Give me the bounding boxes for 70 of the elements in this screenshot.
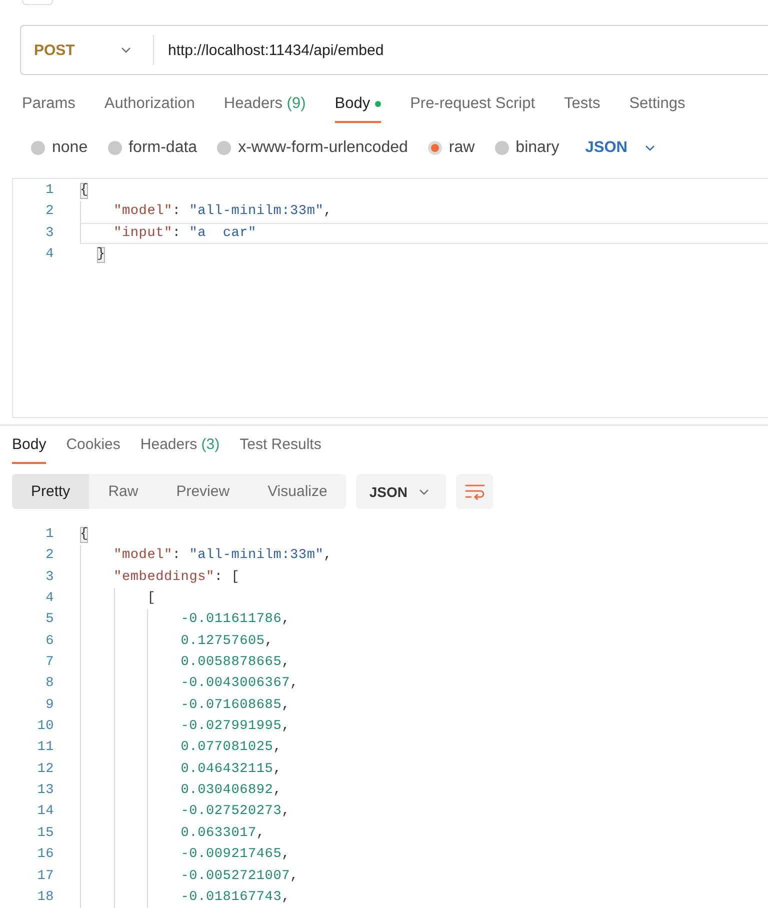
line-number: 4	[44, 590, 54, 608]
line-number: 12	[36, 760, 54, 779]
code-line: -0.071608685,	[80, 694, 290, 716]
tab[interactable]: Authorization	[104, 87, 195, 123]
line-number: 18	[36, 888, 54, 907]
view-mode-tab[interactable]: Preview	[157, 474, 249, 509]
code-line: -0.018167743,	[80, 886, 290, 908]
line-number: 9	[44, 696, 54, 715]
code-line: -0.0052721007,	[80, 866, 298, 887]
code-line: "input": "a car"	[80, 222, 768, 244]
line-number: 17	[36, 868, 54, 886]
caret-icon	[645, 145, 656, 151]
line-number: 14	[36, 803, 54, 822]
url-field[interactable]: http://localhost:11434/api/embed	[154, 26, 768, 74]
line-number: 8	[44, 675, 54, 694]
code-line: 0.0633017,	[80, 822, 265, 844]
code-line: 0.046432115,	[80, 758, 282, 780]
wrap-lines-button[interactable]	[456, 474, 494, 509]
line-number: 3	[44, 568, 54, 587]
radio-option[interactable]: form-data	[108, 139, 198, 157]
view-mode-tab[interactable]: Pretty	[12, 474, 90, 509]
view-mode-tab[interactable]: Visualize	[248, 474, 346, 509]
tab[interactable]: Body	[334, 87, 382, 123]
method-dropdown[interactable]: POST	[21, 26, 153, 74]
line-number: 1	[44, 526, 54, 544]
line-number: 10	[36, 718, 54, 736]
tab[interactable]: Body	[12, 429, 46, 464]
tab[interactable]: Cookies	[66, 429, 120, 464]
tab[interactable]: Headers (3)	[140, 429, 220, 464]
code-line: -0.011611786,	[80, 609, 290, 631]
line-number: 2	[44, 547, 54, 566]
view-mode-tab[interactable]: Raw	[89, 474, 158, 509]
tab[interactable]: Tests	[564, 87, 600, 123]
tab[interactable]: Settings	[629, 87, 686, 123]
caret-icon	[419, 488, 430, 494]
format-dropdown[interactable]: JSON	[356, 474, 446, 509]
code-line: 0.030406892,	[80, 780, 282, 802]
code-line: -0.027520273,	[80, 801, 290, 823]
line-number: 5	[44, 611, 54, 630]
line-number: 6	[44, 632, 54, 651]
line-number: 3	[44, 224, 54, 243]
language-dropdown[interactable]: JSON	[585, 139, 656, 157]
radio-option[interactable]: binary	[494, 139, 560, 157]
code-line: 0.077081025,	[80, 737, 282, 759]
line-number: 13	[36, 782, 54, 800]
line-number: 4	[44, 246, 54, 264]
radio-option[interactable]: none	[31, 139, 88, 157]
caret-icon	[121, 47, 131, 53]
code-line: "model": "all-minilm:33m",	[80, 201, 332, 223]
line-number: 16	[36, 846, 54, 864]
line-number: 7	[44, 654, 54, 672]
code-line: -0.009217465,	[80, 844, 290, 866]
tab[interactable]: Headers (9)	[224, 87, 306, 123]
radio-option[interactable]: raw	[428, 139, 475, 157]
tab[interactable]: Test Results	[240, 429, 322, 464]
tab[interactable]: Params	[22, 87, 76, 123]
line-number: 1	[44, 182, 54, 200]
line-number: 2	[44, 203, 54, 222]
code-line: -0.027991995,	[80, 716, 290, 738]
tab[interactable]: Pre-request Script	[410, 87, 536, 123]
code-line: -0.0043006367,	[80, 673, 298, 695]
code-line: "embeddings": [	[80, 566, 240, 588]
code-line: 0.12757605,	[80, 630, 274, 652]
code-line: "model": "all-minilm:33m",	[80, 545, 332, 567]
line-number: 11	[36, 739, 54, 758]
code-line: 0.0058878665,	[80, 652, 290, 674]
radio-option[interactable]: x-www-form-urlencoded	[217, 139, 408, 157]
line-number: 15	[36, 824, 54, 843]
code-line: [	[80, 588, 156, 610]
code-editor[interactable]: 1 { 2 "model": "all-minilm:33m", 3 "input": "a car" 4 }	[12, 178, 768, 418]
